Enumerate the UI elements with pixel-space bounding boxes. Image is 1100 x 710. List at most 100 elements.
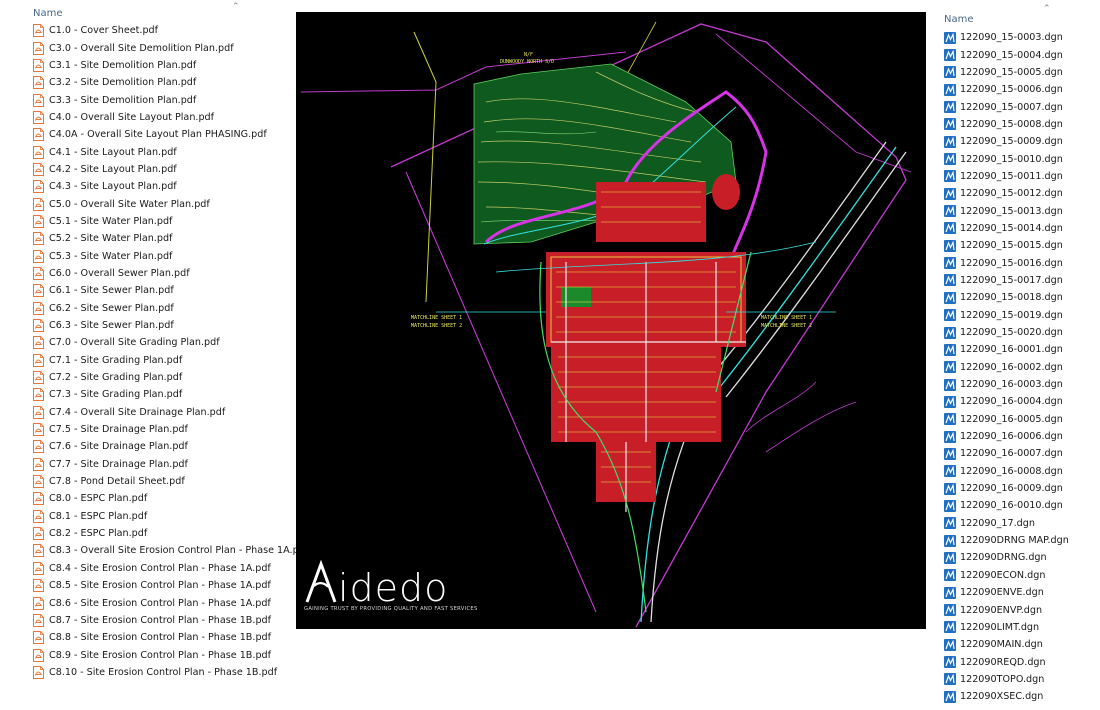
dgn-file-item[interactable]: 122090_16-0004.dgn bbox=[944, 393, 1094, 410]
pdf-file-item[interactable]: C8.3 - Overall Site Erosion Control Plan… bbox=[33, 542, 308, 559]
microstation-dgn-file-icon bbox=[944, 517, 956, 530]
pdf-file-item[interactable]: C8.7 - Site Erosion Control Plan - Phase… bbox=[33, 612, 295, 629]
file-name-label: 122090_15-0004.dgn bbox=[960, 49, 1063, 61]
pdf-file-item[interactable]: C3.0 - Overall Site Demolition Plan.pdf bbox=[33, 39, 295, 56]
dgn-file-item[interactable]: 122090_16-0006.dgn bbox=[944, 428, 1094, 445]
dgn-file-item[interactable]: 122090_15-0013.dgn bbox=[944, 202, 1094, 219]
dgn-file-item[interactable]: 122090_15-0008.dgn bbox=[944, 116, 1094, 133]
dgn-file-item[interactable]: 122090_15-0015.dgn bbox=[944, 237, 1094, 254]
pdf-file-item[interactable]: C8.6 - Site Erosion Control Plan - Phase… bbox=[33, 594, 295, 611]
file-name-label: 122090_16-0007.dgn bbox=[960, 448, 1063, 460]
microstation-dgn-file-icon bbox=[944, 31, 956, 44]
pdf-file-item[interactable]: C3.1 - Site Demolition Plan.pdf bbox=[33, 57, 295, 74]
pdf-file-item[interactable]: C7.0 - Overall Site Grading Plan.pdf bbox=[33, 334, 295, 351]
logo-wordmark: idedo bbox=[338, 566, 449, 610]
pdf-file-item[interactable]: C6.1 - Site Sewer Plan.pdf bbox=[33, 282, 295, 299]
pdf-file-icon bbox=[33, 561, 44, 575]
microstation-dgn-file-icon bbox=[944, 569, 956, 582]
file-name-label: C8.5 - Site Erosion Control Plan - Phase… bbox=[49, 580, 271, 592]
dgn-file-item[interactable]: 122090_15-0009.dgn bbox=[944, 133, 1094, 150]
pdf-file-item[interactable]: C6.3 - Site Sewer Plan.pdf bbox=[33, 317, 295, 334]
dgn-file-item[interactable]: 122090DRNG.dgn bbox=[944, 549, 1094, 566]
dgn-file-item[interactable]: 122090_15-0017.dgn bbox=[944, 272, 1094, 289]
file-name-label: C7.7 - Site Drainage Plan.pdf bbox=[49, 458, 188, 470]
pdf-file-item[interactable]: C7.5 - Site Drainage Plan.pdf bbox=[33, 421, 295, 438]
pdf-file-item[interactable]: C7.6 - Site Drainage Plan.pdf bbox=[33, 438, 295, 455]
pdf-file-item[interactable]: C4.2 - Site Layout Plan.pdf bbox=[33, 161, 295, 178]
file-name-label: 122090_15-0013.dgn bbox=[960, 205, 1063, 217]
chevron-up-icon[interactable]: ⌃ bbox=[1043, 4, 1051, 14]
pdf-file-item[interactable]: C3.2 - Site Demolition Plan.pdf bbox=[33, 74, 295, 91]
dgn-file-item[interactable]: 122090_15-0010.dgn bbox=[944, 150, 1094, 167]
pdf-file-item[interactable]: C3.3 - Site Demolition Plan.pdf bbox=[33, 91, 295, 108]
pdf-file-item[interactable]: C4.3 - Site Layout Plan.pdf bbox=[33, 178, 295, 195]
dgn-file-item[interactable]: 122090_15-0003.dgn bbox=[944, 29, 1094, 46]
dgn-file-item[interactable]: 122090_15-0007.dgn bbox=[944, 98, 1094, 115]
pdf-file-item[interactable]: C5.3 - Site Water Plan.pdf bbox=[33, 247, 295, 264]
right-name-column-header[interactable]: Name bbox=[944, 14, 974, 25]
pdf-file-item[interactable]: C7.4 - Overall Site Drainage Plan.pdf bbox=[33, 404, 295, 421]
pdf-file-item[interactable]: C7.8 - Pond Detail Sheet.pdf bbox=[33, 473, 295, 490]
file-name-label: C7.1 - Site Grading Plan.pdf bbox=[49, 354, 183, 366]
pdf-file-item[interactable]: C6.2 - Site Sewer Plan.pdf bbox=[33, 300, 295, 317]
pdf-file-item[interactable]: C7.2 - Site Grading Plan.pdf bbox=[33, 369, 295, 386]
dgn-file-item[interactable]: 122090XSEC.dgn bbox=[944, 688, 1094, 705]
chevron-up-icon[interactable]: ⌃ bbox=[232, 2, 240, 12]
dgn-file-item[interactable]: 122090LIMT.dgn bbox=[944, 619, 1094, 636]
pdf-file-item[interactable]: C5.2 - Site Water Plan.pdf bbox=[33, 230, 295, 247]
dgn-file-item[interactable]: 122090_15-0012.dgn bbox=[944, 185, 1094, 202]
microstation-dgn-file-icon bbox=[944, 222, 956, 235]
dgn-file-item[interactable]: 122090_15-0011.dgn bbox=[944, 168, 1094, 185]
dgn-file-item[interactable]: 122090ENVE.dgn bbox=[944, 584, 1094, 601]
file-name-label: C3.0 - Overall Site Demolition Plan.pdf bbox=[49, 42, 234, 54]
dgn-file-item[interactable]: 122090_15-0018.dgn bbox=[944, 289, 1094, 306]
pdf-file-item[interactable]: C4.0A - Overall Site Layout Plan PHASING… bbox=[33, 126, 295, 143]
pdf-file-icon bbox=[33, 110, 44, 124]
pdf-file-item[interactable]: C8.0 - ESPC Plan.pdf bbox=[33, 490, 295, 507]
microstation-dgn-file-icon bbox=[944, 187, 956, 200]
dgn-file-item[interactable]: 122090_15-0016.dgn bbox=[944, 254, 1094, 271]
pdf-file-item[interactable]: C8.1 - ESPC Plan.pdf bbox=[33, 508, 295, 525]
dgn-file-item[interactable]: 122090ECON.dgn bbox=[944, 567, 1094, 584]
dgn-file-item[interactable]: 122090_15-0006.dgn bbox=[944, 81, 1094, 98]
pdf-file-icon bbox=[33, 128, 44, 142]
dgn-file-item[interactable]: 122090_15-0020.dgn bbox=[944, 324, 1094, 341]
dgn-file-item[interactable]: 122090ENVP.dgn bbox=[944, 601, 1094, 618]
dgn-file-item[interactable]: 122090_15-0004.dgn bbox=[944, 46, 1094, 63]
pdf-file-item[interactable]: C7.3 - Site Grading Plan.pdf bbox=[33, 386, 295, 403]
pdf-file-item[interactable]: C5.1 - Site Water Plan.pdf bbox=[33, 213, 295, 230]
pdf-file-item[interactable]: C6.0 - Overall Sewer Plan.pdf bbox=[33, 265, 295, 282]
file-name-label: C3.2 - Site Demolition Plan.pdf bbox=[49, 77, 197, 89]
dgn-file-item[interactable]: 122090MAIN.dgn bbox=[944, 636, 1094, 653]
pdf-file-item[interactable]: C7.7 - Site Drainage Plan.pdf bbox=[33, 456, 295, 473]
pdf-file-item[interactable]: C8.5 - Site Erosion Control Plan - Phase… bbox=[33, 577, 295, 594]
dgn-file-item[interactable]: 122090_16-0008.dgn bbox=[944, 463, 1094, 480]
dgn-file-item[interactable]: 122090_16-0009.dgn bbox=[944, 480, 1094, 497]
pdf-file-item[interactable]: C8.8 - Site Erosion Control Plan - Phase… bbox=[33, 629, 295, 646]
dgn-file-item[interactable]: 122090_16-0010.dgn bbox=[944, 497, 1094, 514]
pdf-file-item[interactable]: C8.10 - Site Erosion Control Plan - Phas… bbox=[33, 664, 295, 681]
pdf-file-icon bbox=[33, 475, 44, 489]
pdf-file-item[interactable]: C1.0 - Cover Sheet.pdf bbox=[33, 22, 295, 39]
dgn-file-item[interactable]: 122090_15-0005.dgn bbox=[944, 64, 1094, 81]
dgn-file-item[interactable]: 122090_16-0007.dgn bbox=[944, 445, 1094, 462]
dgn-file-item[interactable]: 122090_15-0014.dgn bbox=[944, 220, 1094, 237]
pdf-file-item[interactable]: C7.1 - Site Grading Plan.pdf bbox=[33, 352, 295, 369]
dgn-file-item[interactable]: 122090DRNG MAP.dgn bbox=[944, 532, 1094, 549]
dgn-file-item[interactable]: 122090_16-0001.dgn bbox=[944, 341, 1094, 358]
pdf-file-item[interactable]: C8.4 - Site Erosion Control Plan - Phase… bbox=[33, 560, 295, 577]
pdf-file-item[interactable]: C4.1 - Site Layout Plan.pdf bbox=[33, 143, 295, 160]
dgn-file-item[interactable]: 122090_16-0003.dgn bbox=[944, 376, 1094, 393]
pdf-file-item[interactable]: C5.0 - Overall Site Water Plan.pdf bbox=[33, 195, 295, 212]
dgn-file-item[interactable]: 122090_16-0002.dgn bbox=[944, 359, 1094, 376]
pdf-file-item[interactable]: C8.2 - ESPC Plan.pdf bbox=[33, 525, 295, 542]
dgn-file-item[interactable]: 122090_17.dgn bbox=[944, 515, 1094, 532]
dgn-file-item[interactable]: 122090REQD.dgn bbox=[944, 653, 1094, 670]
left-name-column-header[interactable]: Name bbox=[33, 8, 63, 19]
pdf-file-item[interactable]: C4.0 - Overall Site Layout Plan.pdf bbox=[33, 109, 295, 126]
dgn-file-item[interactable]: 122090_15-0019.dgn bbox=[944, 307, 1094, 324]
dgn-file-item[interactable]: 122090TOPO.dgn bbox=[944, 671, 1094, 688]
pdf-file-item[interactable]: C8.9 - Site Erosion Control Plan - Phase… bbox=[33, 646, 295, 663]
dgn-file-item[interactable]: 122090_16-0005.dgn bbox=[944, 411, 1094, 428]
pdf-file-icon bbox=[33, 232, 44, 246]
